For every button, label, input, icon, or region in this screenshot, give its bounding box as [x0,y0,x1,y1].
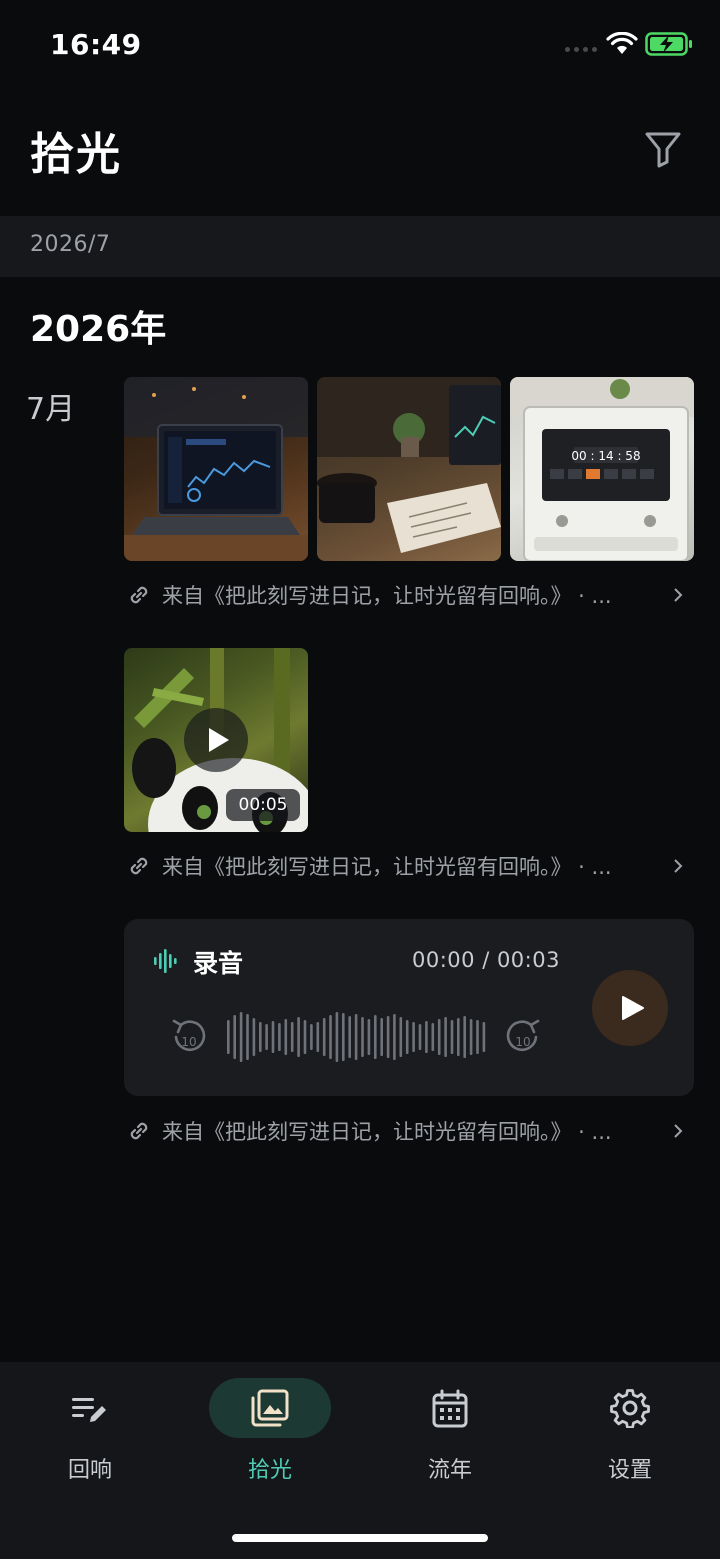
entry-source-link[interactable]: 来自《把此刻写进日记，让时光留有回响。》 · ... [126,577,686,613]
edit-notes-icon [72,1398,106,1422]
svg-text:00 : 14 : 58: 00 : 14 : 58 [571,449,640,463]
chevron-right-icon [674,588,683,602]
play-icon [622,996,644,1020]
waveform-bar [227,1020,230,1054]
filter-icon[interactable] [642,128,684,170]
waveform-bar [278,1023,281,1051]
link-icon [130,1122,148,1140]
waveform-bar [354,1014,358,1060]
calendar-icon [432,1389,468,1428]
waveform-bar [418,1024,422,1050]
waveform-bar [252,1018,256,1056]
tab-label: 拾光 [247,1458,292,1483]
audio-waveform[interactable] [226,1010,488,1064]
chevron-right-icon [674,1124,683,1138]
waveform-bar [259,1022,262,1052]
waveform-bar [399,1017,403,1057]
rewind-10-icon[interactable]: 10 [170,1015,208,1057]
photo-thumbnail-laptop[interactable] [124,377,308,561]
waveform-bar [457,1018,460,1056]
waveform-bar [271,1021,275,1053]
tab-label: 设置 [607,1458,652,1483]
waveform-bar [463,1016,466,1058]
waveform-bar [342,1013,345,1061]
svg-text:10: 10 [181,1035,196,1049]
entry-source-link[interactable]: 来自《把此刻写进日记，让时光留有回响。》 · ... [126,1113,686,1149]
audio-play-button[interactable] [592,970,668,1046]
entry-source-text: 来自《把此刻写进日记，让时光留有回响。》 · ... [162,855,612,879]
waveform-bar [303,1020,307,1054]
waveform-bar [393,1014,396,1060]
waveform-bar [469,1019,473,1055]
tab-liunian[interactable]: 流年 [385,1378,515,1488]
waveform-bar [405,1020,409,1054]
waveform-bar [322,1018,326,1056]
year-heading: 2026年 [30,309,167,350]
forward-10-icon[interactable]: 10 [504,1015,542,1057]
page-title: 拾光 [30,129,122,180]
waveform-bar [412,1022,415,1052]
chevron-right-icon [674,859,683,873]
waveform-bar [239,1012,243,1062]
tab-shiguang[interactable]: 拾光 [205,1378,335,1488]
photo-thumbnail-coffee-notebook[interactable] [317,377,501,561]
waveform-bar [367,1019,371,1055]
tab-label: 回响 [67,1458,112,1483]
waveform-bar [482,1022,486,1052]
waveform-bar [290,1022,294,1052]
video-play-button[interactable] [184,708,248,772]
waveform-bar [329,1015,332,1059]
waveform-bar [476,1020,479,1054]
video-duration-badge: 00:05 [226,789,300,821]
waveform-bar [348,1016,351,1058]
photo-thumbnail-oven-panel[interactable]: 00 : 14 : 58 [510,377,694,561]
waveform-bar [361,1017,364,1057]
waveform-bar [374,1015,377,1059]
waveform-bar [335,1012,339,1062]
waveform-bar [310,1024,313,1050]
play-icon [209,728,229,752]
waveform-bar [437,1019,441,1055]
entry-source-text: 来自《把此刻写进日记，让时光留有回响。》 · ... [162,1120,612,1144]
home-indicator [232,1534,488,1542]
link-icon [130,586,148,604]
audio-time: 00:00 / 00:03 [412,948,560,972]
waveform-bar [297,1017,300,1057]
waveform-bar [316,1022,320,1052]
waveform-bar [450,1020,454,1054]
battery-charging-icon [645,32,692,56]
month-band-label: 2026/7 [30,232,111,257]
waveform-bar [431,1023,435,1051]
month-heading: 7月 [26,392,76,427]
waveform-bar [444,1017,447,1057]
audio-title: 录音 [193,949,244,978]
waveform-bar [380,1018,383,1056]
entry-source-text: 来自《把此刻写进日记，让时光留有回响。》 · ... [162,584,612,608]
gear-icon [610,1389,650,1428]
tab-settings[interactable]: 设置 [565,1378,695,1488]
cellular-signal-icon [565,47,599,53]
waveform-bar [386,1016,390,1058]
waveform-bar [284,1019,288,1055]
svg-text:10: 10 [515,1035,530,1049]
waveform-bar [233,1015,236,1059]
waveform-bar [246,1014,249,1060]
status-time: 16:49 [50,28,142,61]
waveform-bar [265,1024,268,1050]
wifi-icon [606,32,638,54]
audio-waveform-icon [154,949,177,973]
tab-huixiang[interactable]: 回响 [25,1378,155,1488]
photo-library-icon [251,1389,289,1427]
entry-source-link[interactable]: 来自《把此刻写进日记，让时光留有回响。》 · ... [126,848,686,884]
tab-label: 流年 [427,1458,472,1483]
link-icon [130,857,148,875]
waveform-bar [425,1021,428,1053]
